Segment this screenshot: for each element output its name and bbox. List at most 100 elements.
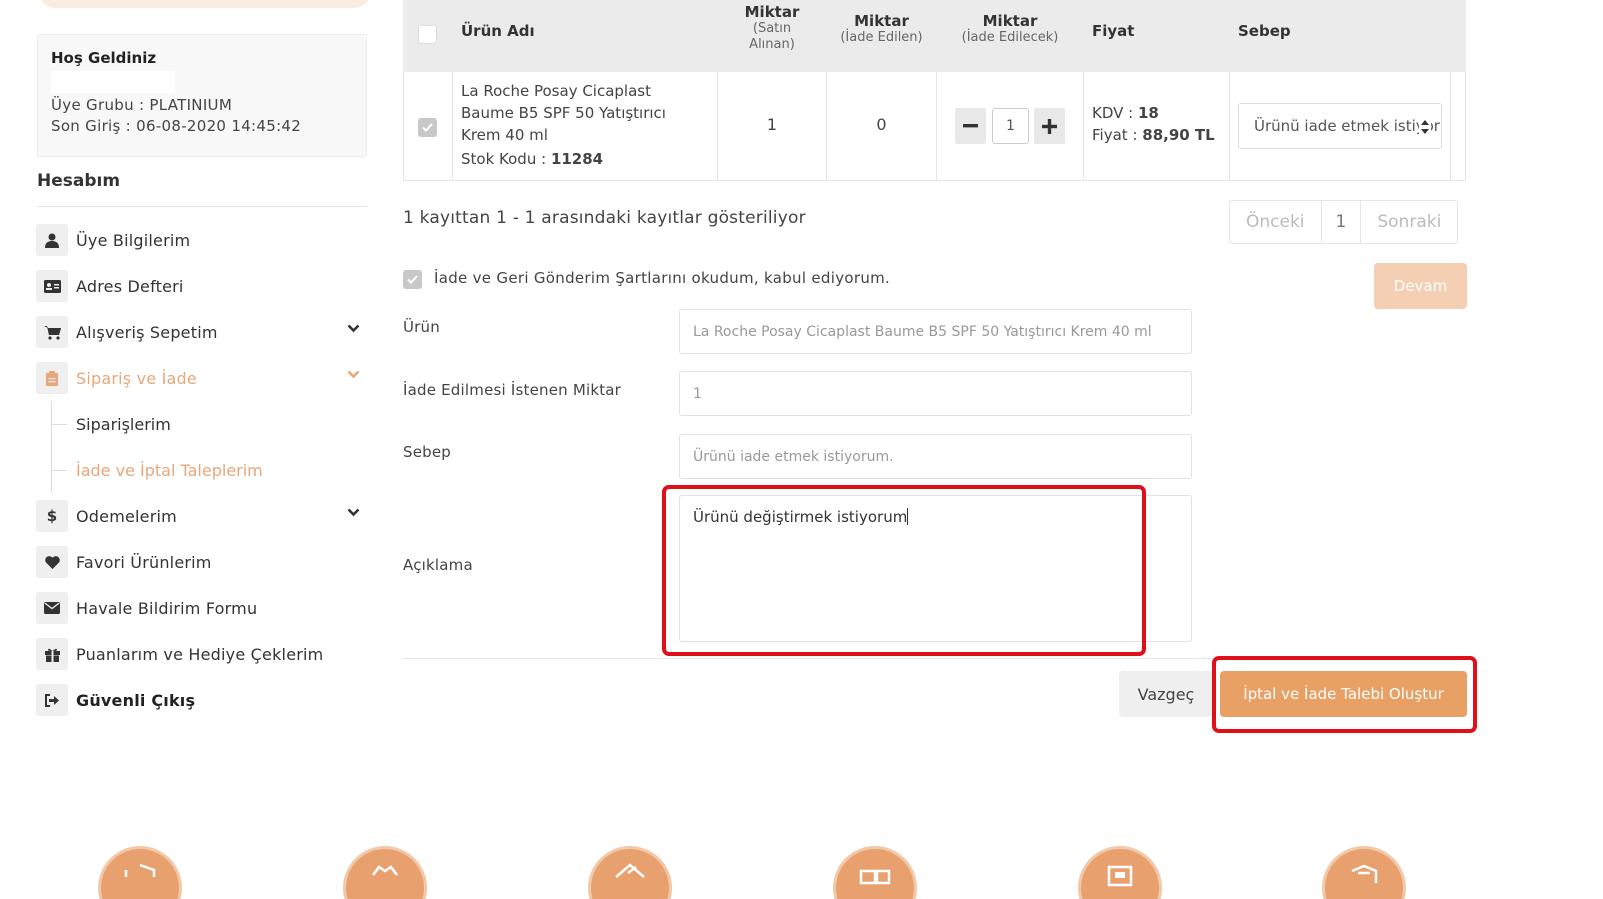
header-reason: Sebep [1238,22,1291,40]
header-product-name: Ürün Adı [461,22,535,40]
account-divider [37,206,367,207]
footer-card-icon [1078,846,1162,899]
menu-item-transfer-form[interactable]: Havale Bildirim Formu [36,585,370,631]
welcome-box: Hoş Geldiniz Üye Grubu : PLATINIUM Son G… [37,34,367,157]
menu-item-orders-returns[interactable]: Sipariş ve İade [36,355,370,401]
menu-item-label: Adres Defteri [76,276,184,296]
clipboard-icon [36,362,68,394]
pagination-next[interactable]: Sonraki [1361,201,1457,243]
welcome-title: Hoş Geldiniz [51,49,157,67]
header-qty-to-return: Miktar (İade Edilecek) [937,12,1083,46]
check-icon [407,275,418,284]
qty-label: İade Edilmesi İstenen Miktar [403,381,622,399]
col-divider [1083,72,1084,181]
select-all-checkbox[interactable] [418,25,437,44]
heart-icon [36,546,68,578]
highlight-box-description [662,485,1146,656]
header-qty-returned-sub: (İade Edilen) [840,30,923,45]
menu-item-label: Güvenli Çıkış [76,690,196,710]
header-qty-returned: Miktar (İade Edilen) [827,12,936,46]
menu-item-label: Üye Bilgilerim [76,230,191,250]
reason-select[interactable]: Ürünü iade etmek istiyorum. [1238,103,1442,149]
menu-item-label: Havale Bildirim Formu [76,598,258,618]
reason-field[interactable]: Ürünü iade etmek istiyorum. [679,434,1192,479]
stock-code-label: Stok Kodu : [461,150,547,168]
decrement-button[interactable] [955,108,986,144]
product-field[interactable]: La Roche Posay Cicaplast Baume B5 SPF 50… [679,309,1192,354]
sign-out-icon [36,684,68,716]
product-label: Ürün [403,318,440,336]
check-icon [422,123,433,132]
qty-to-return-input[interactable] [992,108,1029,144]
cart-icon [36,316,68,348]
qty-field[interactable]: 1 [679,371,1192,416]
menu-item-points-gifts[interactable]: Puanlarım ve Hediye Çeklerim [36,631,370,677]
chevron-down-icon [347,324,360,333]
menu-item-address-book[interactable]: Adres Defteri [36,263,370,309]
footer-shield-icon [98,846,182,899]
menu-item-profile[interactable]: Üye Bilgilerim [36,217,370,263]
menu-item-label: Favori Ürünlerim [76,552,212,572]
qty-bought-value: 1 [766,115,778,134]
terms-label: İade ve Geri Gönderim Şartlarını okudum,… [434,269,891,287]
col-divider [936,72,937,181]
product-name: La Roche Posay Cicaplast Baume B5 SPF 50… [461,82,666,144]
dollar-icon: $ [36,500,68,532]
row-checkbox[interactable] [418,118,437,137]
pagination-prev[interactable]: Önceki [1230,201,1322,243]
menu-item-logout[interactable]: Güvenli Çıkış [36,677,370,723]
header-qty-to-return-sub: (İade Edilecek) [961,30,1059,45]
top-decor-pill [38,0,372,8]
qty-returned-value: 0 [876,115,887,134]
price-value: 88,90 TL [1142,126,1215,144]
kdv-value: 18 [1138,104,1159,122]
description-label: Açıklama [403,556,473,574]
increment-button[interactable] [1034,108,1065,144]
plus-icon [1042,118,1057,134]
stock-code-line: Stok Kodu : 11284 [461,150,603,168]
tree-tick [51,424,67,425]
submenu-orders: Siparişlerim İade ve İptal Taleplerim [36,401,370,493]
user-name-redacted [51,71,175,93]
submenu-item-return-requests[interactable]: İade ve İptal Taleplerim [36,447,370,493]
user-icon [36,224,68,256]
col-divider [1450,72,1451,181]
reason-select-value: Ürünü iade etmek istiyorum. [1254,117,1441,135]
address-card-icon [36,270,68,302]
highlight-box-submit [1212,656,1477,733]
header-qty-bought-sub: (Satın Alınan) [749,21,795,52]
menu-item-label: Alışveriş Sepetim [76,322,218,342]
menu-item-favorites[interactable]: Favori Ürünlerim [36,539,370,585]
envelope-icon [36,592,68,624]
pagination-page[interactable]: 1 [1322,201,1362,243]
gift-icon [36,638,68,670]
account-title: Hesabım [37,171,121,191]
header-qty-bought-title: Miktar [744,3,800,21]
menu-item-cart[interactable]: Alışveriş Sepetim [36,309,370,355]
terms-checkbox[interactable] [403,270,422,289]
menu-item-label: Odemelerim [76,506,177,526]
chevron-down-icon [347,370,360,379]
account-menu: Üye Bilgilerim Adres Defteri Alışveriş S… [36,217,370,723]
sort-arrows-icon [1419,118,1431,136]
footer-truck-icon [833,846,917,899]
menu-item-payments[interactable]: $ Odemelerim [36,493,370,539]
price-line: Fiyat : 88,90 TL [1092,126,1215,144]
last-login: Son Giriş : 06-08-2020 14:45:42 [51,117,302,135]
submenu-item-my-orders[interactable]: Siparişlerim [36,401,370,447]
menu-item-label: Sipariş ve İade [76,368,197,388]
header-qty-returned-title: Miktar [854,12,909,30]
member-group: Üye Grubu : PLATINIUM [51,96,233,114]
submenu-item-label: İade ve İptal Taleplerim [76,460,263,480]
cancel-button[interactable]: Vazgeç [1119,671,1213,717]
header-qty-to-return-title: Miktar [982,12,1038,30]
header-qty-bought: Miktar (Satın Alınan) [718,3,826,53]
kdv-line: KDV : 18 [1092,104,1159,122]
tree-tick [51,470,67,471]
footer-tag-icon [588,846,672,899]
menu-item-label: Puanlarım ve Hediye Çeklerim [76,644,324,664]
continue-button[interactable]: Devam [1374,263,1467,309]
col-divider [452,72,453,181]
footer-badge-icon [343,846,427,899]
submenu-item-label: Siparişlerim [76,414,171,434]
